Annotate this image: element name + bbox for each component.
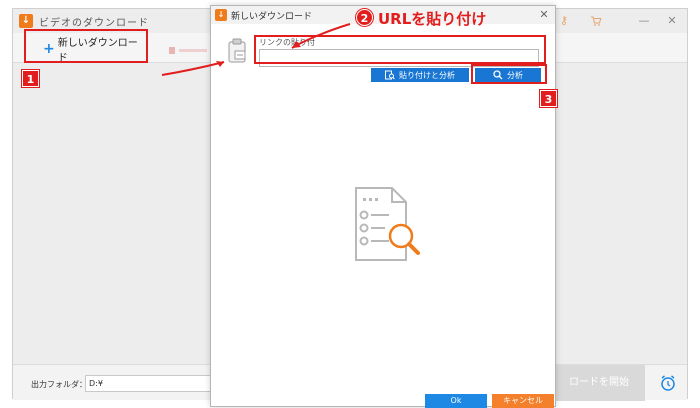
alarm-clock-icon — [661, 375, 675, 391]
cart-icon[interactable] — [585, 9, 607, 33]
dialog-title: 新しいダウンロード — [231, 12, 313, 22]
step-3-badge: 3 — [540, 90, 557, 107]
dialog-logo-icon: ↓ — [215, 9, 227, 21]
start-download-button[interactable]: ロードを開始 — [553, 365, 645, 401]
ok-button[interactable]: Ok — [425, 394, 487, 408]
cancel-button[interactable]: キャンセル — [492, 394, 554, 408]
paste-link-icon — [227, 36, 249, 66]
step-1-badge: 1 — [22, 70, 39, 87]
toolbar-item[interactable] — [169, 47, 209, 55]
app-title: ビデオのダウンロード — [39, 18, 149, 29]
highlight-new-download — [24, 29, 148, 63]
step-2-badge: 2 — [356, 9, 373, 26]
document-search-icon — [351, 184, 431, 264]
app-logo-icon: ↓ — [19, 14, 33, 28]
paste-and-analyze-label: 貼り付けと分析 — [399, 70, 455, 80]
output-folder-label: 出力フォルダ： — [31, 380, 87, 389]
paste-and-analyze-button[interactable]: 貼り付けと分析 — [371, 68, 469, 82]
output-folder-input[interactable]: D:¥ — [85, 375, 211, 392]
alarm-clock-button[interactable] — [649, 365, 687, 401]
minimize-button[interactable]: — — [633, 9, 655, 33]
highlight-url-input — [254, 35, 546, 64]
key-icon[interactable]: ⚷ — [553, 9, 575, 33]
highlight-analyze-button — [471, 64, 547, 84]
close-window-button[interactable]: ✕ — [661, 9, 683, 33]
paste-search-icon — [385, 70, 395, 80]
dialog-close-button[interactable]: ✕ — [537, 6, 551, 24]
paste-url-caption: URLを貼り付け — [378, 10, 487, 28]
